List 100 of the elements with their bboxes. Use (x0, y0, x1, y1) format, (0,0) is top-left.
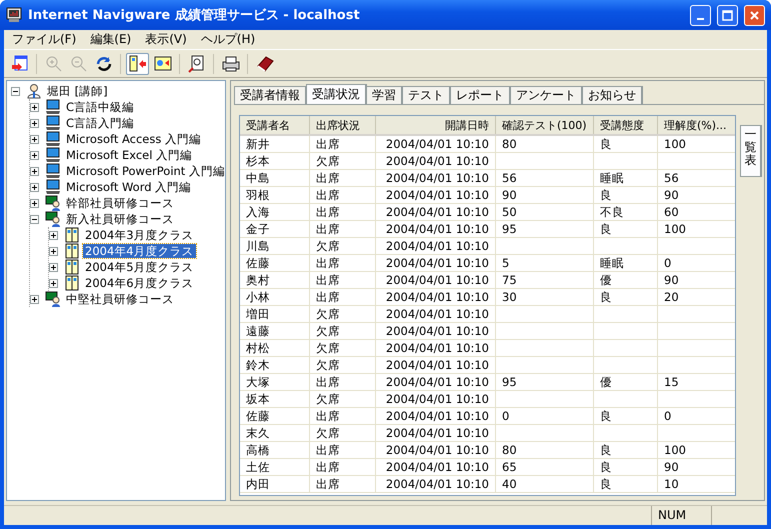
table-cell: 80 (496, 136, 594, 153)
tree-item[interactable]: 2004年6月度クラス (83, 276, 196, 290)
table-cell: 2004/04/01 10:10 (376, 238, 496, 255)
table-cell: 小林 (240, 289, 310, 306)
tree-item[interactable]: 中堅社員研修コース (64, 292, 176, 306)
book-icon (254, 54, 274, 74)
table-cell: 良 (594, 187, 658, 204)
expand-toggle[interactable] (30, 182, 39, 192)
menu-item[interactable]: 編集(E) (84, 31, 140, 48)
column-header[interactable]: 確認テスト(100) (496, 116, 594, 134)
table-cell: 出席 (310, 272, 376, 289)
table-cell: 佐藤 (240, 255, 310, 272)
column-header[interactable]: 受講者名 (240, 116, 310, 134)
tree-item[interactable]: 堀田 [講師] (45, 84, 110, 98)
tree-item[interactable]: 2004年5月度クラス (83, 260, 196, 274)
expand-toggle[interactable] (30, 150, 39, 160)
tree-item[interactable]: C言語入門編 (64, 116, 136, 130)
table-cell: 0 (658, 408, 735, 425)
column-header[interactable]: 出席状況 (310, 116, 376, 134)
empty-table-cell (594, 238, 658, 255)
expand-toggle[interactable] (30, 166, 39, 176)
table-cell: 良 (594, 408, 658, 425)
menu-item[interactable]: ファイル(F) (6, 31, 84, 48)
table-cell: 良 (594, 476, 658, 493)
table-cell: 出席 (310, 289, 376, 306)
expand-toggle[interactable] (30, 134, 39, 144)
table-cell: 良 (594, 442, 658, 459)
double-door-icon (64, 275, 80, 291)
column-header[interactable]: 開講日時 (376, 116, 496, 134)
expand-toggle[interactable] (30, 118, 39, 128)
table-cell: 100 (658, 442, 735, 459)
table-cell: 2004/04/01 10:10 (376, 442, 496, 459)
tab[interactable]: 学習 (366, 86, 403, 104)
panel-view-button[interactable] (126, 52, 149, 74)
table-cell: 80 (496, 442, 594, 459)
expand-toggle[interactable] (30, 198, 39, 208)
side-tab[interactable]: 一覧表 (740, 125, 762, 177)
plus-icon (31, 120, 38, 126)
tree-item[interactable]: C言語中級編 (64, 100, 136, 114)
tree-item[interactable]: 新入社員研修コース (64, 212, 176, 226)
table-cell: 不良 (594, 204, 658, 221)
expand-toggle[interactable] (30, 102, 39, 112)
table-cell: 15 (658, 374, 735, 391)
table-cell: 出席 (310, 187, 376, 204)
table-cell: 95 (496, 221, 594, 238)
table-cell: 欠席 (310, 425, 376, 442)
plus-icon (31, 184, 38, 190)
table-cell: 出席 (310, 442, 376, 459)
plus-icon (50, 248, 57, 254)
tree-item[interactable]: Microsoft PowerPoint 入門編 (64, 164, 227, 178)
minimize-button[interactable] (690, 4, 711, 26)
maximize-button[interactable] (717, 4, 738, 26)
expand-toggle[interactable] (30, 294, 39, 304)
tab[interactable]: 受講状況 (306, 84, 367, 104)
table-cell: 出席 (310, 476, 376, 493)
column-header[interactable]: 受講態度 (594, 116, 658, 134)
tree-item[interactable]: Microsoft Access 入門編 (64, 132, 204, 146)
table-cell: 2004/04/01 10:10 (376, 425, 496, 442)
expand-toggle[interactable] (49, 278, 58, 288)
menu-item[interactable]: 表示(V) (139, 31, 195, 48)
table-cell: 95 (496, 374, 594, 391)
tree-item[interactable]: Microsoft Word 入門編 (64, 180, 194, 194)
expand-toggle[interactable] (49, 262, 58, 272)
empty-table-cell (594, 306, 658, 323)
empty-table-cell (594, 357, 658, 374)
table-cell: 良 (594, 221, 658, 238)
menu-item[interactable]: ヘルプ(H) (194, 31, 264, 48)
close-button[interactable] (744, 4, 765, 26)
table-cell: 2004/04/01 10:10 (376, 408, 496, 425)
tab[interactable]: お知らせ (582, 86, 643, 104)
table-cell: 高橋 (240, 442, 310, 459)
computer-icon (45, 147, 61, 163)
expand-toggle[interactable] (49, 246, 58, 256)
table-cell: 56 (496, 170, 594, 187)
table-cell: 90 (496, 187, 594, 204)
table-cell: 優 (594, 374, 658, 391)
table-cell: 良 (594, 136, 658, 153)
tree-item[interactable]: Microsoft Excel 入門編 (64, 148, 194, 162)
tab[interactable]: テスト (402, 86, 451, 104)
tab[interactable]: アンケート (510, 86, 583, 104)
table-cell: 欠席 (310, 340, 376, 357)
table-cell: 欠席 (310, 238, 376, 255)
table-cell: 2004/04/01 10:10 (376, 289, 496, 306)
tree-item[interactable]: 幹部社員研修コース (64, 196, 176, 210)
app-monitor-icon (6, 7, 22, 23)
tree-item[interactable]: 2004年3月度クラス (83, 228, 196, 242)
expand-toggle[interactable] (30, 214, 39, 224)
table-cell: 出席 (310, 170, 376, 187)
table-cell: 2004/04/01 10:10 (376, 374, 496, 391)
tab[interactable]: 受講者情報 (234, 86, 307, 104)
tree-item[interactable]: 2004年4月度クラス (83, 244, 196, 258)
card-view-icon (152, 54, 172, 74)
table-cell: 出席 (310, 136, 376, 153)
table-cell: 出席 (310, 221, 376, 238)
tab[interactable]: レポート (450, 86, 511, 104)
expand-toggle[interactable] (11, 86, 20, 96)
table-cell: 10 (658, 476, 735, 493)
empty-table-cell (594, 391, 658, 408)
table-cell: 坂本 (240, 391, 310, 408)
expand-toggle[interactable] (49, 230, 58, 240)
